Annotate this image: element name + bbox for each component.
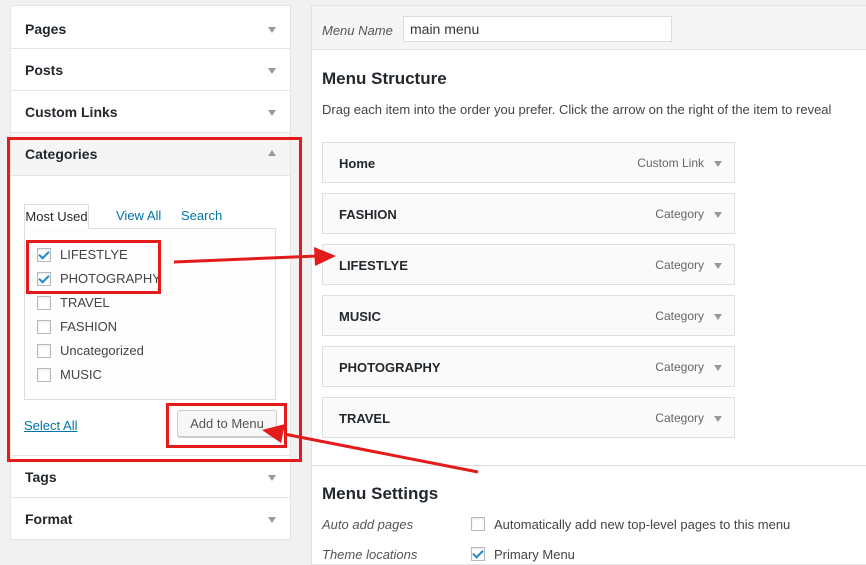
chevron-down-icon[interactable] <box>268 68 276 74</box>
chevron-down-icon[interactable] <box>714 365 722 371</box>
menu-item[interactable]: MUSIC Category <box>322 295 735 336</box>
menu-structure-description: Drag each item into the order you prefer… <box>322 102 832 117</box>
annotation-box-add-button <box>166 403 287 448</box>
menu-item[interactable]: Home Custom Link <box>322 142 735 183</box>
chevron-down-icon[interactable] <box>714 212 722 218</box>
menu-item-title: MUSIC <box>339 309 381 324</box>
accordion-title: Tags <box>25 469 57 485</box>
menu-item-type: Category <box>655 360 704 374</box>
chevron-down-icon[interactable] <box>268 517 276 523</box>
menu-item[interactable]: LIFESTLYE Category <box>322 244 735 285</box>
menu-header: Menu Name main menu <box>312 6 866 50</box>
menu-item-title: FASHION <box>339 207 397 222</box>
accordion-title: Pages <box>25 21 67 37</box>
divider <box>312 465 866 466</box>
menu-item-type: Category <box>655 309 704 323</box>
auto-add-checkbox[interactable] <box>471 517 485 531</box>
annotation-box-checked-items <box>26 240 161 294</box>
menu-item-title: Home <box>339 156 376 171</box>
menu-item-title: LIFESTLYE <box>339 258 408 273</box>
menu-item-title: PHOTOGRAPHY <box>339 360 441 375</box>
menu-settings-heading: Menu Settings <box>322 484 439 503</box>
chevron-down-icon[interactable] <box>268 110 276 116</box>
accordion-pages[interactable]: Pages <box>10 5 291 49</box>
menu-name-input[interactable]: main menu <box>403 16 672 42</box>
accordion-title: Custom Links <box>25 104 118 120</box>
menu-item-type: Category <box>655 207 704 221</box>
menu-item-type: Category <box>655 411 704 425</box>
theme-locations-label: Theme locations <box>322 547 418 562</box>
menu-item-type: Category <box>655 258 704 272</box>
menu-item[interactable]: TRAVEL Category <box>322 397 735 438</box>
menu-item[interactable]: PHOTOGRAPHY Category <box>322 346 735 387</box>
menu-structure-heading: Menu Structure <box>322 69 447 88</box>
chevron-down-icon[interactable] <box>714 416 722 422</box>
menu-editor: Menu Name main menu Menu Structure Drag … <box>311 5 866 565</box>
chevron-down-icon[interactable] <box>268 27 276 33</box>
tab-most-used[interactable]: Most Used <box>24 204 89 229</box>
accordion-posts[interactable]: Posts <box>10 49 291 91</box>
chevron-down-icon[interactable] <box>714 161 722 167</box>
primary-menu-checkbox[interactable] <box>471 547 485 561</box>
accordion-tags[interactable]: Tags <box>10 456 291 498</box>
accordion-title: Posts <box>25 62 64 78</box>
auto-add-text: Automatically add new top-level pages to… <box>494 517 791 532</box>
chevron-down-icon[interactable] <box>714 314 722 320</box>
chevron-down-icon[interactable] <box>714 263 722 269</box>
menu-item[interactable]: FASHION Category <box>322 193 735 234</box>
accordion-format[interactable]: Format <box>10 498 291 540</box>
accordion-title: Format <box>25 511 73 527</box>
chevron-down-icon[interactable] <box>268 475 276 481</box>
menu-item-type: Custom Link <box>637 156 704 170</box>
menu-item-title: TRAVEL <box>339 411 391 426</box>
accordion-custom-links[interactable]: Custom Links <box>10 91 291 133</box>
primary-menu-text: Primary Menu <box>494 547 575 562</box>
auto-add-label: Auto add pages <box>322 517 414 532</box>
menu-name-label: Menu Name <box>322 23 393 38</box>
